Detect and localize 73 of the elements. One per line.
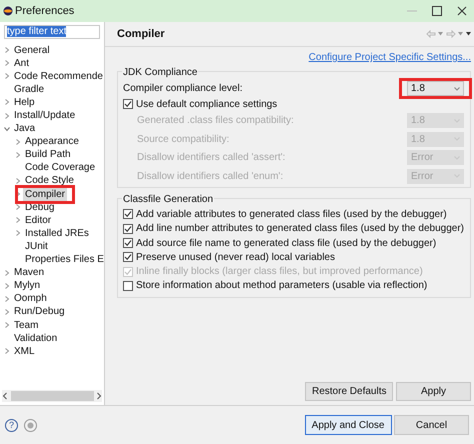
expand-icon[interactable]: [4, 112, 10, 119]
tree-item[interactable]: Ant: [12, 56, 32, 70]
tree-item[interactable]: Appearance: [23, 135, 81, 148]
forward-icon[interactable]: [446, 30, 456, 38]
checkbox-label: Use default compliance settings: [136, 98, 278, 112]
checkbox[interactable]: [123, 209, 133, 220]
tree-item[interactable]: Run/Debug: [12, 305, 67, 318]
compliance-select[interactable]: 1.8: [406, 81, 464, 96]
checkbox[interactable]: [123, 99, 133, 110]
close-icon[interactable]: [456, 6, 466, 16]
tree-item[interactable]: Mylyn: [12, 279, 42, 292]
expand-icon[interactable]: [4, 348, 10, 354]
tree-item[interactable]: Install/Update: [12, 109, 78, 122]
checkbox-label: Preserve unused (never read) local variables: [136, 250, 335, 265]
tree-item[interactable]: Compiler: [23, 188, 68, 201]
dropdown-icon[interactable]: [438, 32, 444, 36]
tree-item[interactable]: Properties Files E: [23, 253, 106, 266]
field-label: Disallow identifiers called 'assert':: [137, 151, 286, 166]
tree-item[interactable]: Code Recommende: [12, 70, 105, 83]
tree-item[interactable]: Installed JREs: [23, 226, 91, 240]
tree-item[interactable]: Editor: [23, 214, 54, 227]
checkbox-label: Add source file name to generated class file (used by the debugger): [136, 236, 436, 251]
field-label: Disallow identifiers called 'enum':: [137, 170, 284, 184]
checkbox[interactable]: [123, 252, 133, 262]
dialog-button[interactable]: Apply: [396, 382, 471, 401]
tree-item[interactable]: Validation: [12, 332, 60, 345]
filter-field[interactable]: type filter text: [4, 25, 100, 39]
tree-item[interactable]: Code Coverage: [23, 161, 98, 174]
dialog-button[interactable]: Apply and Close: [304, 415, 392, 435]
scroll-right-icon[interactable]: [96, 392, 102, 400]
app-icon: [2, 6, 12, 16]
tree-item[interactable]: Help: [12, 96, 37, 109]
dialog-button[interactable]: Restore Defaults: [305, 382, 394, 401]
tree-item[interactable]: XML: [12, 344, 37, 358]
field-label: Compiler compliance level:: [123, 82, 242, 96]
checkbox[interactable]: [123, 238, 133, 248]
tree-item[interactable]: Team: [12, 318, 40, 332]
dropdown-icon[interactable]: [458, 32, 464, 36]
tree-item[interactable]: JUnit: [23, 240, 50, 253]
expand-icon[interactable]: [4, 322, 10, 328]
horizontal-scrollbar[interactable]: [2, 390, 102, 402]
tree-item[interactable]: Build Path: [23, 148, 73, 162]
scrollbar-thumb[interactable]: [10, 391, 94, 401]
expand-icon[interactable]: [4, 99, 10, 106]
field-label: Generated .class files compatibility:: [137, 114, 294, 128]
maximize-icon[interactable]: [432, 6, 442, 16]
settings-link[interactable]: Configure Project Specific Settings...: [308, 50, 471, 65]
window-title: Preferences: [15, 4, 74, 19]
check-icon: [124, 100, 132, 108]
help-button[interactable]: ?: [5, 418, 18, 432]
expand-icon[interactable]: [15, 178, 21, 184]
checkbox-label: Add line number attributes to generated class files (used by the debugger): [136, 222, 464, 236]
page-title: Compiler: [117, 26, 165, 42]
tree-item[interactable]: Java: [12, 122, 38, 136]
dialog-button[interactable]: Cancel: [394, 415, 469, 435]
record-icon[interactable]: [24, 418, 37, 432]
tree-item[interactable]: Gradle: [12, 82, 46, 96]
back-icon[interactable]: [426, 30, 436, 38]
caret-icon: [454, 86, 460, 90]
tree-item[interactable]: Code Style: [23, 174, 76, 188]
checkbox-label: Store information about method parameters (usable via reflection): [136, 279, 428, 294]
scroll-left-icon[interactable]: [2, 392, 8, 400]
checkbox[interactable]: [123, 280, 133, 291]
group-title: JDK Compliance: [122, 65, 198, 80]
checkbox-label: Inline finally blocks (larger class files, but improved performance): [136, 265, 423, 280]
checkbox[interactable]: [123, 224, 133, 234]
collapse-icon[interactable]: [4, 126, 10, 132]
field-label: Source compatibility:: [137, 132, 230, 147]
menu-icon[interactable]: [466, 32, 471, 36]
tree-item[interactable]: Maven: [12, 266, 46, 280]
tree-item[interactable]: Oomph: [12, 292, 49, 306]
tree-item[interactable]: General: [12, 44, 52, 57]
checkbox-label: Add variable attributes to generated class files (used by the debugger): [136, 208, 447, 222]
